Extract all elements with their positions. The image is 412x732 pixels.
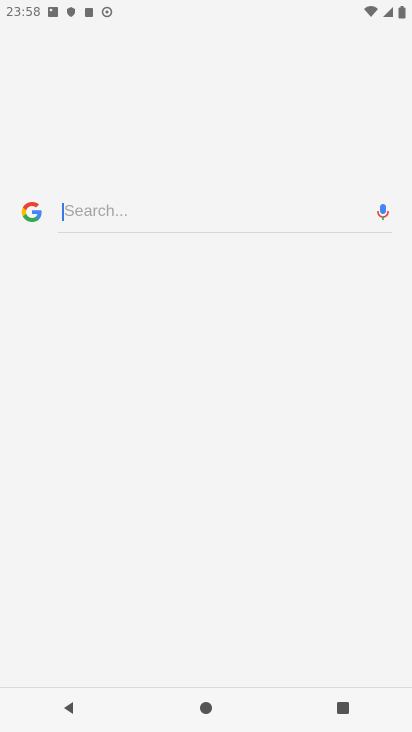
text-cursor [62, 202, 64, 221]
recents-button[interactable] [318, 688, 368, 732]
status-notification-icons [47, 6, 113, 18]
google-g-icon [20, 200, 44, 224]
clipboard-icon [83, 6, 95, 18]
home-icon [199, 701, 213, 720]
recents-icon [336, 701, 350, 720]
battery-icon [398, 5, 406, 19]
status-bar: 23:58 [0, 0, 412, 24]
back-button[interactable] [44, 688, 94, 732]
home-button[interactable] [181, 688, 231, 732]
photos-icon [47, 6, 59, 18]
back-icon [61, 700, 77, 721]
status-right [364, 5, 406, 19]
shield-icon [65, 6, 77, 18]
wifi-icon [364, 6, 378, 18]
signal-icon [382, 6, 394, 18]
status-time: 23:58 [6, 5, 41, 19]
vpn-icon [101, 6, 113, 18]
search-field[interactable] [58, 192, 392, 233]
microphone-icon[interactable] [374, 203, 392, 221]
search-row[interactable] [20, 192, 392, 233]
navigation-bar [0, 687, 412, 732]
status-left: 23:58 [6, 5, 113, 19]
search-input[interactable] [58, 201, 368, 222]
